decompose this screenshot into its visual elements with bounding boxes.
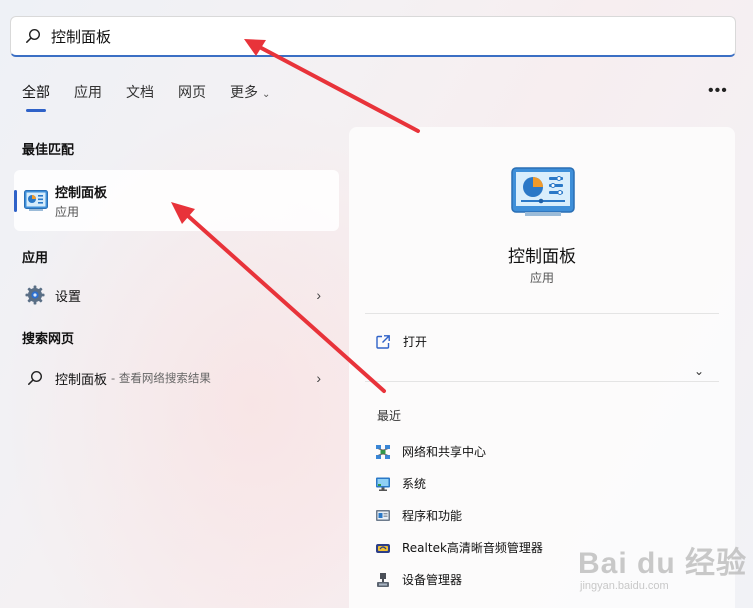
control-panel-large-icon [511,167,575,222]
gear-icon [24,285,46,305]
tab-web[interactable]: 网页 [178,82,206,112]
recent-item-label: 系统 [402,477,427,491]
detail-type: 应用 [529,271,554,285]
device-manager-icon [377,572,389,587]
detail-panel: 控制面板 应用 打开 ⌄ 最近 网络和共享中心 系统 程序和功能 Realtek… [349,127,735,608]
recent-item[interactable]: 设备管理器 [375,571,462,588]
tab-apps[interactable]: 应用 [74,82,102,112]
section-title-best-match: 最佳匹配 [22,143,75,158]
tab-documents[interactable]: 文档 [126,82,154,112]
recent-item-label: Realtek高清晰音频管理器 [402,541,543,555]
recent-title: 最近 [377,409,402,423]
search-icon [24,370,46,386]
chevron-down-icon: ⌄ [262,89,271,100]
divider [365,313,719,314]
audio-manager-icon [376,543,390,553]
recent-item-label: 网络和共享中心 [402,445,487,459]
detail-title: 控制面板 [508,247,576,267]
open-external-icon [376,334,390,349]
network-icon [376,444,390,459]
monitor-icon [376,477,390,491]
chevron-right-icon: › [316,287,321,303]
section-title-web: 搜索网页 [22,332,75,347]
chevron-down-icon: ⌄ [694,364,705,378]
recent-item-label: 程序和功能 [402,509,463,523]
app-result-label: 设置 [55,289,82,305]
more-options-button[interactable]: ••• [708,82,728,100]
recent-item[interactable]: Realtek高清晰音频管理器 [375,539,543,556]
tab-more[interactable]: 更多 ⌄ [230,82,270,112]
control-panel-icon [24,190,48,217]
tab-all[interactable]: 全部 [22,82,50,112]
selection-indicator [14,190,17,212]
recent-item-label: 设备管理器 [402,573,463,587]
web-result-label: 控制面板 [55,372,108,388]
recent-item[interactable]: 程序和功能 [375,507,462,524]
recent-item[interactable]: 网络和共享中心 [375,443,486,460]
search-box[interactable] [10,16,736,57]
best-match-name: 控制面板 [55,186,108,201]
section-title-apps: 应用 [22,251,49,266]
baidu-jingyan-watermark: Bai du 经验 jingyan.baidu.com [578,547,748,592]
filter-tabs: 全部 应用 文档 网页 更多 ⌄ [22,82,294,112]
web-result-hint: - 查看网络搜索结果 [111,371,211,385]
open-label: 打开 [403,335,428,349]
chevron-right-icon: › [316,370,321,386]
search-icon [26,28,41,43]
best-match-type: 应用 [55,205,80,219]
best-match-result[interactable]: 控制面板 应用 [14,170,339,231]
app-result-settings[interactable]: 设置 › [14,277,339,313]
search-input[interactable] [51,22,691,50]
divider [365,381,719,382]
recent-item[interactable]: 系统 [375,475,426,492]
open-action[interactable]: 打开 [375,333,427,350]
expand-button[interactable]: ⌄ [694,364,704,378]
web-result[interactable]: 控制面板 - 查看网络搜索结果 › [14,360,339,396]
programs-icon [376,509,390,521]
